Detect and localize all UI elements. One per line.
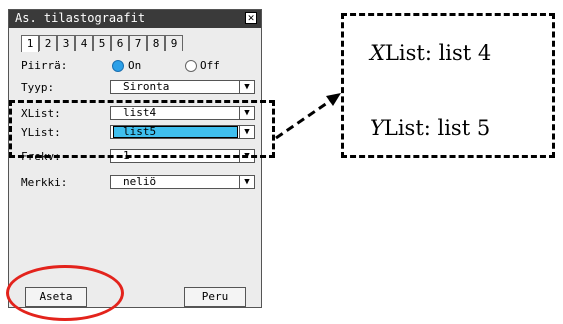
callout-xlist-text: List: list 4 [384,41,492,65]
callout-ylist-text: List: list 5 [383,116,491,140]
callout-y-letter: Y [370,116,384,140]
callout-ylist-line: YList: list 5 [370,116,490,140]
callout-x-letter: X [370,41,385,65]
callout-xlist-line: XList: list 4 [370,41,491,65]
callout-box: XList: list 4 YList: list 5 [341,13,555,158]
annotation-oval [6,265,124,321]
